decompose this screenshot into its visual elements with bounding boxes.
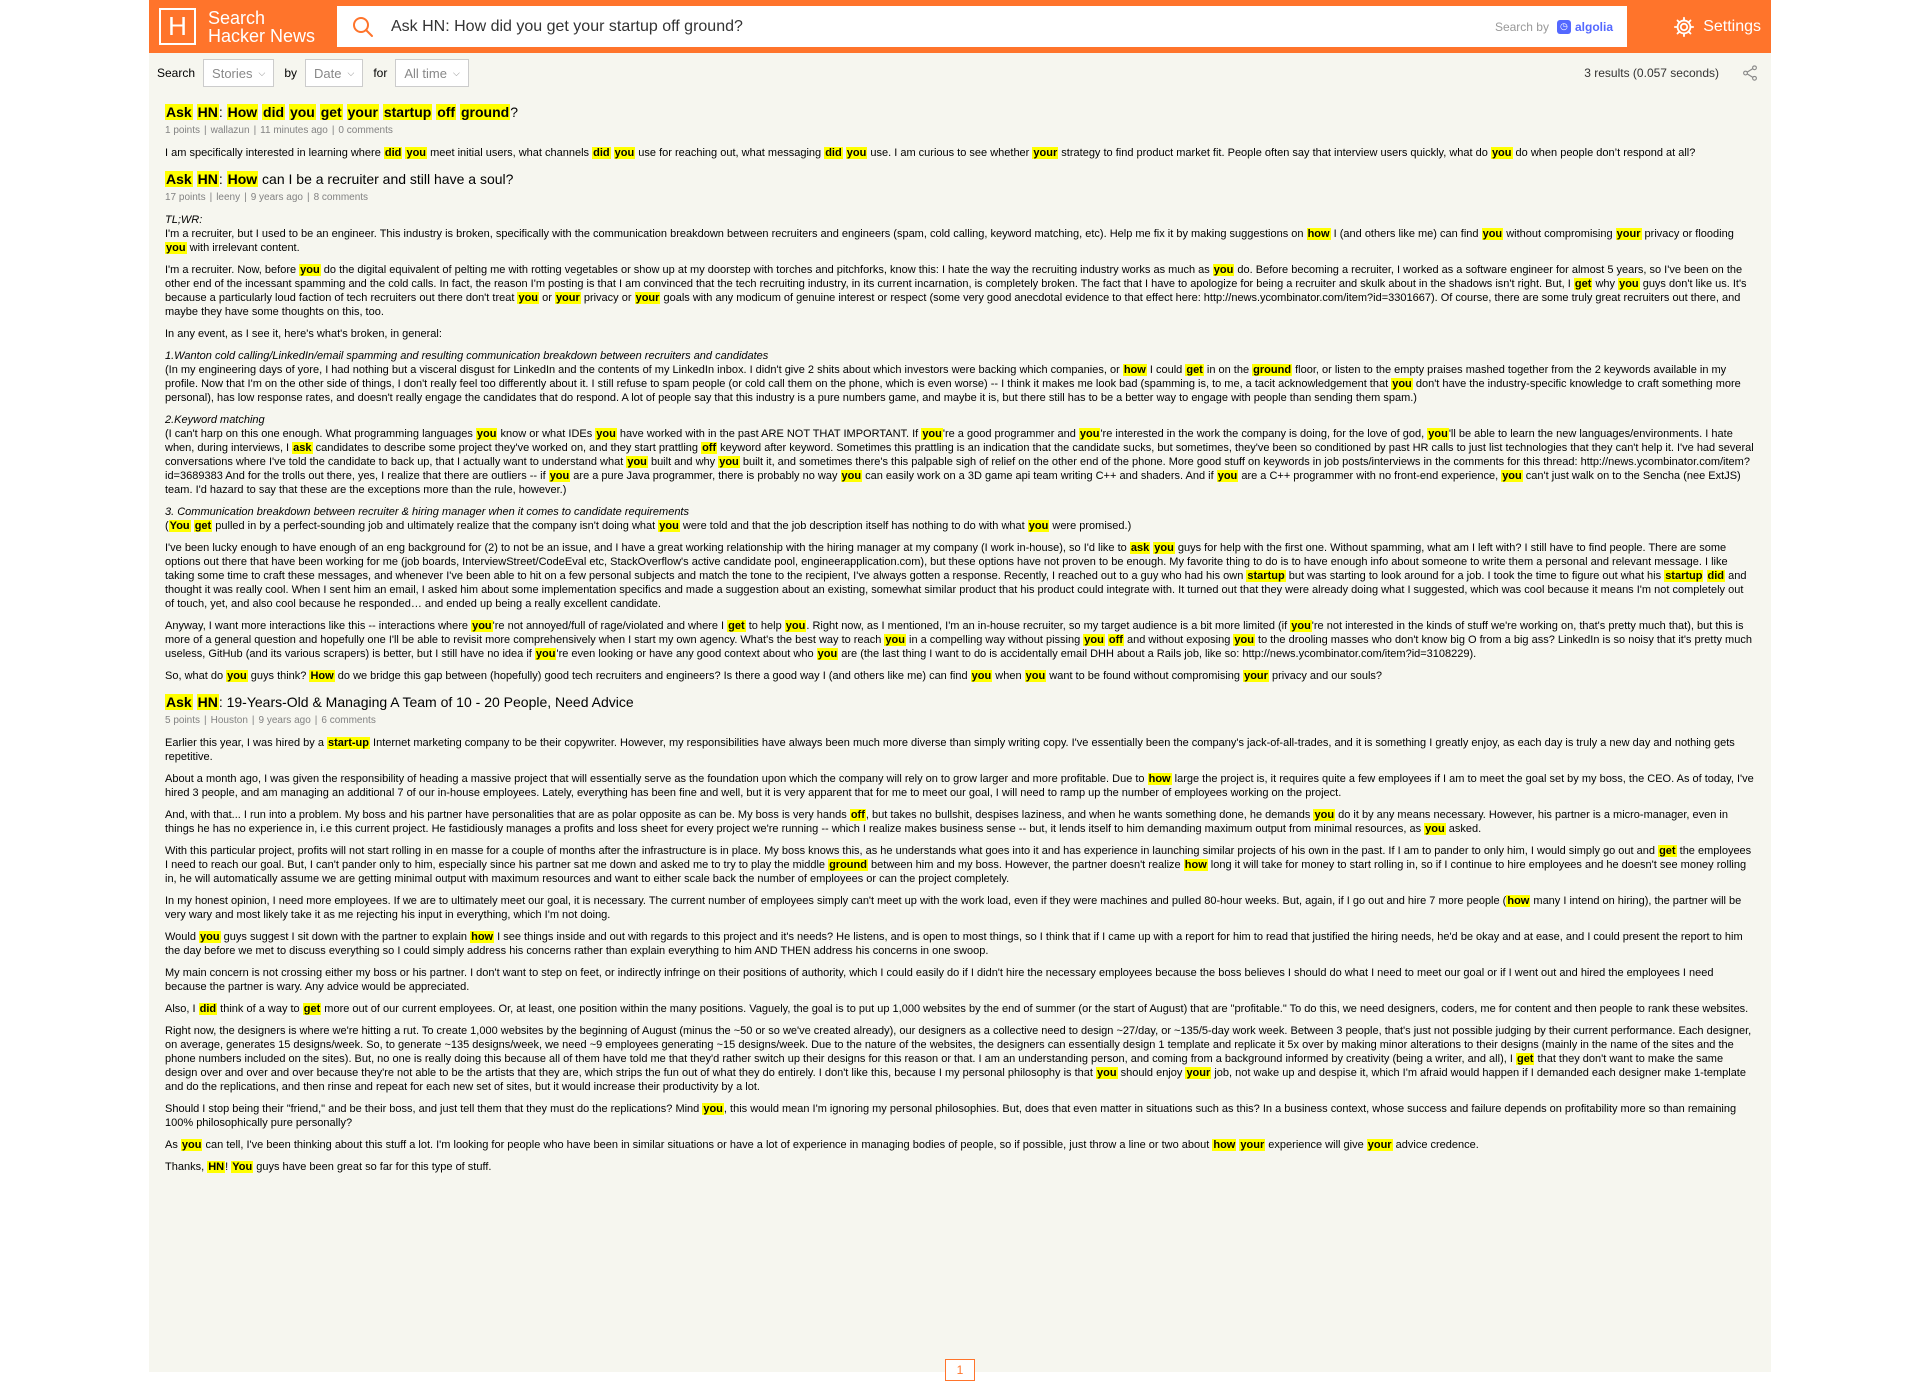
- story-meta: 17 points | leeny | 9 years ago | 8 comments: [165, 192, 369, 203]
- story-paragraph: As you can tell, I've been thinking abou…: [165, 1139, 1479, 1151]
- search-input[interactable]: [389, 16, 1495, 37]
- search-by: Search by ◷ algolia: [1494, 19, 1613, 34]
- story-item: Ask HN: How did you get your startup off…: [165, 103, 1755, 160]
- story-paragraph: Would you guys suggest I sit down with t…: [165, 931, 1743, 957]
- story-time[interactable]: 9 years ago: [251, 192, 303, 203]
- story-paragraph: I'm a recruiter. Now, before you do the …: [165, 264, 1747, 318]
- story-paragraph: 3. Communication breakdown between recru…: [165, 506, 1132, 532]
- results-list: Ask HN: How did you get your startup off…: [149, 103, 1771, 1174]
- search-icon: [353, 16, 373, 37]
- story-paragraph: About a month ago, I was given the respo…: [165, 773, 1754, 799]
- chevron-down-icon: ⌵: [347, 67, 355, 78]
- story-text: I am specifically interested in learning…: [165, 146, 1755, 160]
- algolia-icon: ◷: [1556, 19, 1571, 34]
- filter-bar: Search Stories ⌵ by Date ⌵ for All time …: [149, 53, 1771, 93]
- story-comments[interactable]: 0 comments: [338, 125, 392, 136]
- story-time[interactable]: 9 years ago: [259, 715, 311, 726]
- results-count: 3 results (0.057 seconds): [1584, 66, 1719, 80]
- story-paragraph: Anyway, I want more interactions like th…: [165, 620, 1752, 660]
- story-title[interactable]: Ask HN: How can I be a recruiter and sti…: [165, 170, 1755, 188]
- algolia-label: algolia: [1574, 19, 1613, 34]
- header-bar: H Search Hacker News Search by ◷ algolia: [149, 0, 1771, 53]
- story-paragraph: Thanks, HN! You guys have been great so …: [165, 1161, 492, 1173]
- story-points[interactable]: 5 points: [165, 715, 200, 726]
- algolia-logo[interactable]: ◷ algolia: [1556, 19, 1613, 34]
- story-points[interactable]: 17 points: [165, 192, 206, 203]
- story-paragraph: 1.Wanton cold calling/LinkedIn/email spa…: [165, 350, 1741, 404]
- hn-logo[interactable]: H: [159, 8, 196, 45]
- story-paragraph: With this particular project, profits wi…: [165, 845, 1752, 885]
- story-paragraph: And, with that... I run into a problem. …: [165, 809, 1728, 835]
- brand-title[interactable]: Search Hacker News: [208, 9, 333, 45]
- story-time[interactable]: 11 minutes ago: [260, 125, 328, 136]
- type-select-value: Stories: [212, 65, 253, 81]
- story-points[interactable]: 1 points: [165, 125, 200, 136]
- story-paragraph: My main concern is not crossing either m…: [165, 967, 1714, 993]
- chevron-down-icon: ⌵: [452, 67, 460, 78]
- range-select-value: All time: [404, 65, 447, 81]
- story-text: Earlier this year, I was hired by a star…: [165, 736, 1755, 1174]
- story-paragraph: So, what do you guys think? How do we br…: [165, 670, 1383, 682]
- story-paragraph: In any event, as I see it, here's what's…: [165, 328, 442, 340]
- story-paragraph: Should I stop being their "friend," and …: [165, 1103, 1737, 1129]
- story-paragraph: TL;WR: I'm a recruiter, but I used to be …: [165, 214, 1734, 254]
- settings-label: Settings: [1703, 17, 1761, 35]
- story-meta: 5 points | Houston | 9 years ago | 6 comments: [165, 715, 376, 726]
- story-comments[interactable]: 6 comments: [321, 715, 375, 726]
- search-box[interactable]: Search by ◷ algolia: [337, 6, 1627, 47]
- story-paragraph: In my honest opinion, I need more employ…: [165, 895, 1742, 921]
- story-title[interactable]: Ask HN: 19-Years-Old & Managing A Team o…: [165, 693, 1755, 711]
- story-paragraph: Also, I did think of a way to get more o…: [165, 1003, 1749, 1015]
- filter-by-label: by: [284, 66, 298, 80]
- pagination-current[interactable]: 1: [945, 1359, 975, 1381]
- range-select[interactable]: All time ⌵: [395, 59, 469, 87]
- story-author[interactable]: wallazun: [211, 125, 250, 136]
- story-paragraph: 2.Keyword matching (I can't harp on this …: [165, 414, 1754, 496]
- share-icon[interactable]: [1741, 64, 1759, 82]
- story-item: Ask HN: How can I be a recruiter and sti…: [165, 170, 1755, 683]
- chevron-down-icon: ⌵: [258, 67, 266, 78]
- sort-select-value: Date: [314, 65, 342, 81]
- story-paragraph: Earlier this year, I was hired by a star…: [165, 737, 1735, 763]
- settings-button[interactable]: Settings: [1673, 16, 1761, 38]
- story-meta: 1 points | wallazun | 11 minutes ago | 0 comme…: [165, 125, 393, 136]
- story-author[interactable]: Houston: [211, 715, 248, 726]
- sort-select[interactable]: Date ⌵: [305, 59, 364, 87]
- brand-line-1: Search: [208, 7, 266, 28]
- story-author[interactable]: leeny: [216, 192, 240, 203]
- story-text: TL;WR: I'm a recruiter, but I used to be …: [165, 213, 1755, 683]
- story-paragraph: I am specifically interested in learning…: [165, 147, 1696, 159]
- story-paragraph: Right now, the designers is where we're …: [165, 1025, 1752, 1093]
- search-by-label: Search by: [1494, 19, 1549, 34]
- story-paragraph: I've been lucky enough to have enough of…: [165, 542, 1747, 610]
- gear-icon: [1674, 16, 1695, 37]
- filter-search-label: Search: [157, 66, 196, 80]
- type-select[interactable]: Stories ⌵: [203, 59, 275, 87]
- app-frame: H Search Hacker News Search by ◷ algolia: [149, 0, 1771, 1381]
- story-comments[interactable]: 8 comments: [314, 192, 368, 203]
- story-title[interactable]: Ask HN: How did you get your startup off…: [165, 103, 1755, 121]
- filter-for-label: for: [373, 66, 388, 80]
- story-item: Ask HN: 19-Years-Old & Managing A Team o…: [165, 693, 1755, 1174]
- brand-line-2: Hacker News: [208, 25, 316, 46]
